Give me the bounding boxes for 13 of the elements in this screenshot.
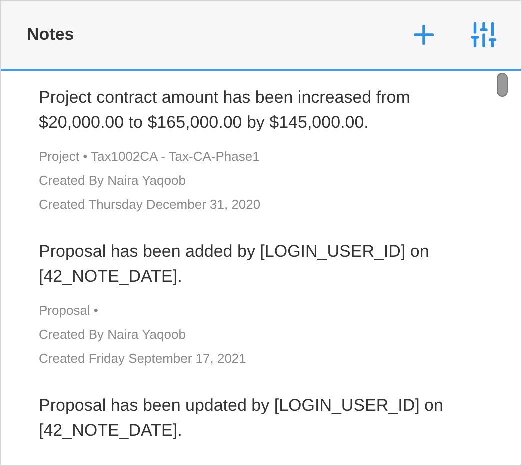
note-meta: Created Thursday December 31, 2020 [39,196,262,214]
note-meta: Proposal • [39,302,100,320]
note-meta: Created Friday September 17, 2021 [39,350,248,368]
note-text: Proposal has been added by [LOGIN_USER_ID] on [42_NOTE_DATE]. [39,241,430,288]
filter-button[interactable] [469,20,499,50]
note-meta: Created By Naira Yaqoob [39,326,187,344]
panel-title: Notes [27,24,74,46]
scrollbar-thumb[interactable] [497,73,508,97]
note-text: Project contract amount has been increased from $20,000.00 to $165,000.00 by $145,000.00. [39,87,412,134]
sliders-icon [469,20,499,50]
note-text: Proposal has been updated by [LOGIN_USER_ID] on [42_NOTE_DATE]. [39,395,444,442]
note-meta: Project • Tax1002CA - Tax-CA-Phase1 [39,148,261,166]
note-meta: Created By Naira Yaqoob [39,172,187,190]
